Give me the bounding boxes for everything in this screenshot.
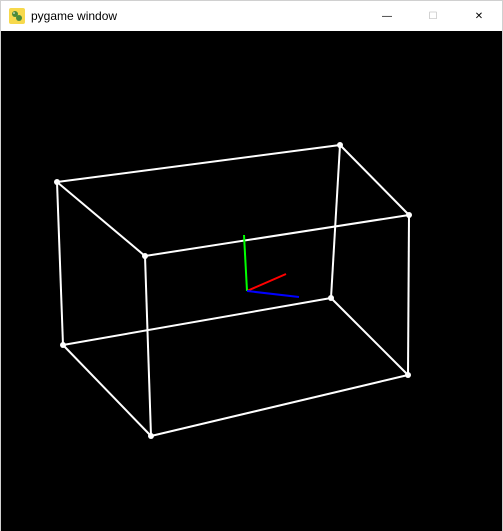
titlebar[interactable]: pygame window — ☐ ✕ [1, 1, 502, 31]
maximize-button: ☐ [410, 1, 456, 31]
window-title: pygame window [31, 9, 117, 23]
cube-edge [408, 215, 409, 375]
cube-vertex [337, 142, 343, 148]
minimize-button[interactable]: — [364, 1, 410, 31]
render-canvas[interactable] [1, 31, 502, 531]
cube-edge [145, 215, 409, 256]
cube-edge [63, 298, 331, 345]
cube-vertex [60, 342, 66, 348]
cube-edge [63, 345, 151, 436]
y-axis [244, 235, 247, 291]
cube-edge [331, 145, 340, 298]
cube-vertex [406, 212, 412, 218]
cube-edge [57, 182, 63, 345]
cube-vertices [54, 142, 412, 439]
application-window: pygame window — ☐ ✕ [0, 0, 503, 531]
cube-edge [57, 145, 340, 182]
cube-vertex [54, 179, 60, 185]
z-axis [247, 291, 299, 297]
close-button[interactable]: ✕ [456, 1, 502, 31]
orientation-axes [244, 235, 299, 297]
cube-edge [145, 256, 151, 436]
pygame-snake-icon [9, 8, 25, 24]
maximize-icon: ☐ [429, 11, 438, 22]
x-axis [247, 274, 286, 291]
cube-vertex [148, 433, 154, 439]
cube-edge [57, 182, 145, 256]
cube-wireframe [57, 145, 409, 436]
minimize-icon: — [382, 11, 392, 22]
scene-svg [1, 31, 502, 531]
cube-edge [340, 145, 409, 215]
cube-vertex [328, 295, 334, 301]
cube-vertex [142, 253, 148, 259]
cube-vertex [405, 372, 411, 378]
close-icon: ✕ [475, 11, 483, 22]
cube-edge [331, 298, 408, 375]
cube-edge [151, 375, 408, 436]
